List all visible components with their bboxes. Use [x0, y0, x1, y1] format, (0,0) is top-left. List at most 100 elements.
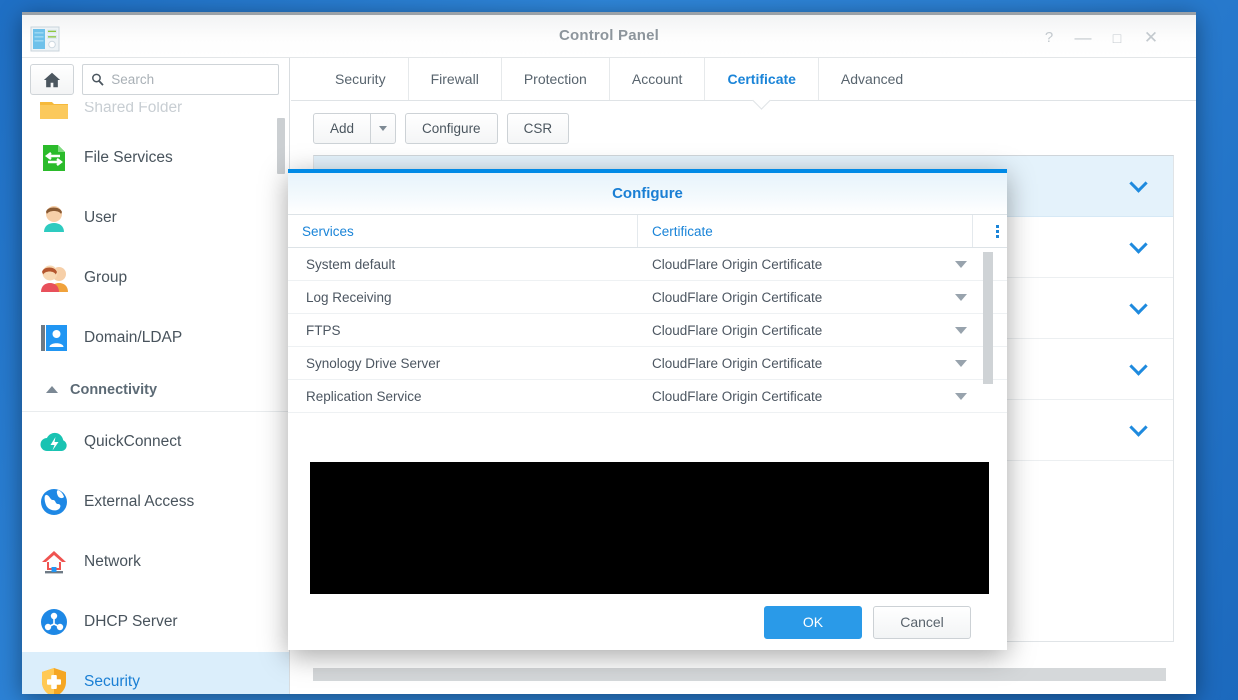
tab-account[interactable]: Account — [608, 58, 705, 100]
sidebar-item-external-access[interactable]: External Access — [22, 472, 289, 532]
sidebar-item-label: Network — [84, 553, 141, 570]
chevron-down-icon[interactable] — [955, 359, 967, 367]
sidebar-item-label: User — [84, 209, 117, 226]
table-row[interactable]: Replication Service CloudFlare Origin Ce… — [288, 380, 1007, 413]
cell-certificate[interactable]: CloudFlare Origin Certificate — [638, 290, 1007, 305]
cell-certificate[interactable]: CloudFlare Origin Certificate — [638, 257, 1007, 272]
configure-dialog: Configure Services Certificate System de… — [288, 169, 1007, 650]
chevron-down-icon[interactable] — [955, 326, 967, 334]
cell-service: System default — [306, 256, 396, 272]
cell-certificate[interactable]: CloudFlare Origin Certificate — [638, 323, 1007, 338]
chevron-down-icon[interactable] — [1129, 234, 1148, 254]
sidebar-item-label: File Services — [84, 149, 173, 166]
sidebar-item-security[interactable]: Security — [22, 652, 289, 694]
search-input[interactable] — [111, 72, 270, 87]
tab-certificate[interactable]: Certificate — [704, 58, 817, 100]
dhcp-server-icon — [38, 606, 70, 638]
grid-rows: System default CloudFlare Origin Certifi… — [288, 248, 1007, 413]
column-header-certificate[interactable]: Certificate — [638, 215, 973, 247]
table-row[interactable]: Log Receiving CloudFlare Origin Certific… — [288, 281, 1007, 314]
chevron-down-icon[interactable] — [955, 293, 967, 301]
sidebar-scrollbar[interactable] — [277, 118, 285, 174]
chevron-up-icon — [46, 386, 58, 393]
sidebar-item-dhcp-server[interactable]: DHCP Server — [22, 592, 289, 652]
kebab-menu-icon[interactable] — [973, 215, 1007, 247]
maximize-button[interactable]: □ — [1104, 25, 1130, 51]
table-row[interactable]: Synology Drive Server CloudFlare Origin … — [288, 347, 1007, 380]
search-box[interactable] — [82, 64, 279, 95]
ok-button[interactable]: OK — [764, 605, 862, 639]
tab-firewall[interactable]: Firewall — [407, 58, 501, 100]
cell-certificate[interactable]: CloudFlare Origin Certificate — [638, 356, 1007, 371]
cell-service: Replication Service — [306, 388, 422, 404]
toolbar: Add Configure CSR — [291, 101, 1196, 155]
cell-certificate-value: CloudFlare Origin Certificate — [652, 256, 823, 272]
file-services-icon — [38, 142, 70, 174]
control-panel-window: Control Panel ? — □ ✕ Shared Folder File… — [22, 12, 1196, 694]
search-icon — [92, 73, 104, 86]
cell-service: Synology Drive Server — [306, 355, 441, 371]
home-button[interactable] — [30, 64, 74, 95]
sidebar-item-label: Group — [84, 269, 128, 286]
column-header-services[interactable]: Services — [288, 215, 638, 247]
sidebar-item-file-services[interactable]: File Services — [22, 128, 289, 188]
add-button[interactable]: Add — [313, 112, 372, 144]
cancel-button[interactable]: Cancel — [873, 605, 971, 639]
grid-scrollbar[interactable] — [983, 252, 993, 384]
minimize-button[interactable]: — — [1070, 25, 1096, 51]
cell-certificate[interactable]: CloudFlare Origin Certificate — [638, 389, 1007, 404]
cell-certificate-value: CloudFlare Origin Certificate — [652, 355, 823, 371]
sidebar-item-label: Security — [84, 673, 140, 690]
page-title: Control Panel — [558, 27, 660, 44]
add-split-button: Add — [313, 112, 397, 144]
chevron-down-icon[interactable] — [1129, 173, 1148, 193]
sidebar-item-user[interactable]: User — [22, 188, 289, 248]
dialog-titlebar[interactable]: Configure — [288, 173, 1007, 214]
sidebar-group-label: Connectivity — [70, 381, 158, 398]
sidebar: Shared Folder File Services User Group D… — [22, 58, 290, 694]
quickconnect-icon — [38, 426, 70, 458]
sidebar-group-connectivity[interactable]: Connectivity — [22, 368, 289, 412]
domain-ldap-icon — [38, 322, 70, 354]
csr-button[interactable]: CSR — [506, 112, 570, 144]
sidebar-item-quickconnect[interactable]: QuickConnect — [22, 412, 289, 472]
sidebar-item-group[interactable]: Group — [22, 248, 289, 308]
sidebar-item-label: QuickConnect — [84, 433, 182, 450]
configure-button[interactable]: Configure — [405, 112, 498, 144]
chevron-down-icon[interactable] — [1129, 356, 1148, 376]
sidebar-item-network[interactable]: Network — [22, 532, 289, 592]
cell-certificate-value: CloudFlare Origin Certificate — [652, 289, 823, 305]
sidebar-item-label: Domain/LDAP — [84, 329, 183, 346]
user-icon — [38, 202, 70, 234]
dialog-footer: OK Cancel — [288, 594, 1007, 650]
security-shield-icon — [38, 666, 70, 694]
close-button[interactable]: ✕ — [1138, 25, 1164, 51]
sidebar-header — [22, 58, 289, 102]
table-row[interactable]: FTPS CloudFlare Origin Certificate — [288, 314, 1007, 347]
tab-bar: Security Firewall Protection Account Cer… — [291, 58, 1196, 101]
cell-certificate-value: CloudFlare Origin Certificate — [652, 322, 823, 338]
tab-security[interactable]: Security — [313, 58, 408, 100]
group-icon — [38, 262, 70, 294]
chevron-down-icon[interactable] — [1129, 417, 1148, 437]
grid-header: Services Certificate — [288, 214, 1007, 248]
table-row[interactable]: System default CloudFlare Origin Certifi… — [288, 248, 1007, 281]
add-dropdown-button[interactable] — [371, 112, 397, 144]
external-access-icon — [38, 486, 70, 518]
network-icon — [38, 546, 70, 578]
dialog-title: Configure — [612, 185, 683, 202]
cell-service: FTPS — [306, 322, 341, 338]
chevron-down-icon[interactable] — [955, 260, 967, 268]
help-button[interactable]: ? — [1036, 25, 1062, 51]
chevron-down-icon — [379, 125, 388, 131]
chevron-down-icon[interactable] — [1129, 295, 1148, 315]
sidebar-item-label: External Access — [84, 493, 195, 510]
window-titlebar[interactable]: Control Panel ? — □ ✕ — [22, 12, 1196, 58]
tab-protection[interactable]: Protection — [500, 58, 609, 100]
tab-advanced[interactable]: Advanced — [817, 58, 925, 100]
dialog-body: Services Certificate System default Clou… — [288, 214, 1007, 650]
sidebar-item-domain-ldap[interactable]: Domain/LDAP — [22, 308, 289, 368]
horizontal-scrollbar[interactable] — [313, 668, 1166, 681]
sidebar-scroll-area[interactable]: Shared Folder File Services User Group D… — [22, 88, 289, 694]
chevron-down-icon[interactable] — [955, 392, 967, 400]
